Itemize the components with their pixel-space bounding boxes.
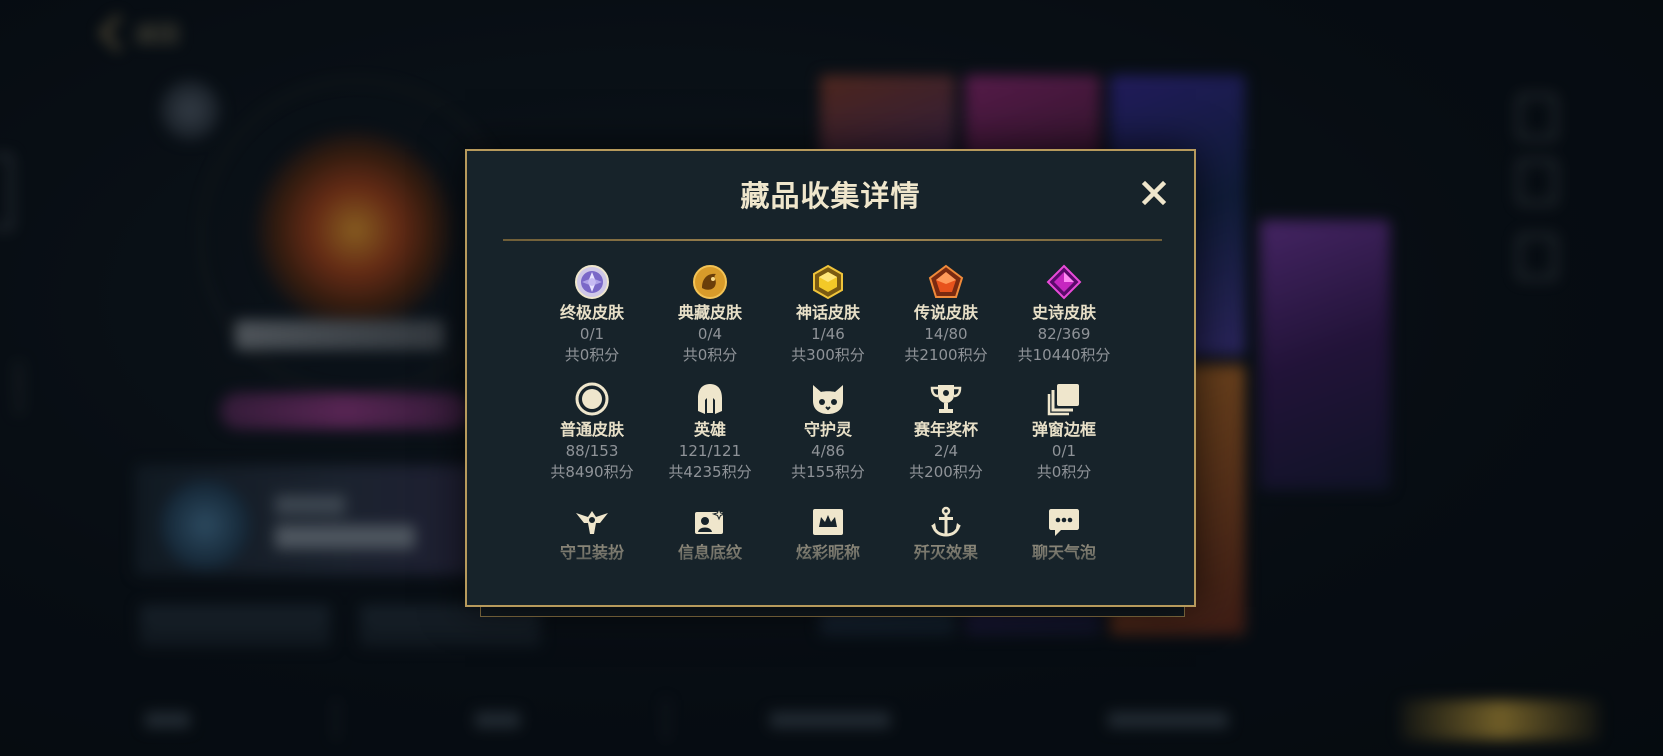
champion-helmet-icon <box>691 380 729 418</box>
screen: 返回 1103274 藏品收集详情 终极皮肤 0/1 共0积分 典藏皮肤 0/4… <box>0 0 1663 756</box>
collection-item-epic-skin[interactable]: 史诗皮肤 82/369 共10440积分 <box>1004 263 1124 366</box>
item-label: 守护灵 <box>803 420 852 439</box>
collection-item-legendary-skin[interactable]: 传说皮肤 14/80 共2100积分 <box>886 263 1006 366</box>
item-count: 0/1 <box>579 325 605 343</box>
item-label: 普通皮肤 <box>559 420 624 439</box>
item-points: 共200积分 <box>909 463 983 481</box>
collection-item-chat-bubble[interactable]: 聊天气泡 <box>1004 503 1124 564</box>
ward-skin-icon <box>573 503 611 541</box>
item-label: 神话皮肤 <box>795 303 860 322</box>
profile-banner-icon <box>691 503 729 541</box>
item-points: 共4235积分 <box>668 463 752 481</box>
item-points: 共10440积分 <box>1017 346 1111 364</box>
color-nickname-icon <box>809 503 847 541</box>
legendary-skin-icon <box>927 263 965 301</box>
item-count: 1/46 <box>811 325 845 343</box>
item-label: 炫彩昵称 <box>795 543 860 562</box>
item-points: 共2100积分 <box>904 346 988 364</box>
item-count: 121/121 <box>678 442 742 460</box>
item-points: 共0积分 <box>682 346 738 364</box>
guardian-spirit-icon <box>809 380 847 418</box>
close-button[interactable] <box>1138 177 1170 209</box>
item-label: 典藏皮肤 <box>677 303 742 322</box>
item-label: 赛年奖杯 <box>913 420 978 439</box>
collection-item-ward-skin[interactable]: 守卫装扮 <box>532 503 652 564</box>
item-points: 共155积分 <box>791 463 865 481</box>
item-count: 14/80 <box>924 325 968 343</box>
collection-item-profile-banner[interactable]: 信息底纹 <box>650 503 770 564</box>
item-label: 史诗皮肤 <box>1031 303 1096 322</box>
collection-details-modal: 藏品收集详情 终极皮肤 0/1 共0积分 典藏皮肤 0/4 共0积分 神话皮肤 … <box>465 149 1196 607</box>
collection-item-ace-effect[interactable]: 歼灭效果 <box>886 503 1006 564</box>
chat-bubble-icon <box>1045 503 1083 541</box>
close-icon <box>1141 180 1167 206</box>
item-points: 共0积分 <box>564 346 620 364</box>
item-label: 弹窗边框 <box>1031 420 1096 439</box>
item-count: 0/4 <box>697 325 723 343</box>
popup-frame-icon <box>1045 380 1083 418</box>
collection-item-color-nickname[interactable]: 炫彩昵称 <box>768 503 888 564</box>
item-count: 0/1 <box>1051 442 1077 460</box>
ultimate-skin-icon <box>573 263 611 301</box>
item-label: 信息底纹 <box>677 543 742 562</box>
item-points: 共0积分 <box>1036 463 1092 481</box>
epic-skin-icon <box>1045 263 1083 301</box>
collection-item-prestige-skin[interactable]: 典藏皮肤 0/4 共0积分 <box>650 263 770 366</box>
standard-skin-icon <box>573 380 611 418</box>
item-count: 88/153 <box>565 442 619 460</box>
collection-item-popup-frame[interactable]: 弹窗边框 0/1 共0积分 <box>1004 380 1124 483</box>
mythic-skin-icon <box>809 263 847 301</box>
item-count: 2/4 <box>933 442 959 460</box>
item-count: 4/86 <box>811 442 845 460</box>
modal-bottom-strip <box>480 606 1185 617</box>
collection-grid: 终极皮肤 0/1 共0积分 典藏皮肤 0/4 共0积分 神话皮肤 1/46 共3… <box>532 263 1132 593</box>
collection-item-ultimate-skin[interactable]: 终极皮肤 0/1 共0积分 <box>532 263 652 366</box>
item-count: 82/369 <box>1037 325 1091 343</box>
item-points: 共8490积分 <box>550 463 634 481</box>
modal-title: 藏品收集详情 <box>740 179 921 213</box>
item-label: 歼灭效果 <box>913 543 978 562</box>
item-points: 共300积分 <box>791 346 865 364</box>
prestige-skin-icon <box>691 263 729 301</box>
collection-item-guardian-spirit[interactable]: 守护灵 4/86 共155积分 <box>768 380 888 483</box>
collection-item-standard-skin[interactable]: 普通皮肤 88/153 共8490积分 <box>532 380 652 483</box>
title-divider <box>503 239 1162 241</box>
item-label: 终极皮肤 <box>559 303 624 322</box>
trophy-icon <box>927 380 965 418</box>
item-label: 聊天气泡 <box>1031 543 1096 562</box>
ace-effect-icon <box>927 503 965 541</box>
item-label: 守卫装扮 <box>559 543 624 562</box>
collection-item-season-trophy[interactable]: 赛年奖杯 2/4 共200积分 <box>886 380 1006 483</box>
item-label: 英雄 <box>693 420 726 439</box>
item-label: 传说皮肤 <box>913 303 978 322</box>
collection-item-champion[interactable]: 英雄 121/121 共4235积分 <box>650 380 770 483</box>
collection-item-mythic-skin[interactable]: 神话皮肤 1/46 共300积分 <box>768 263 888 366</box>
